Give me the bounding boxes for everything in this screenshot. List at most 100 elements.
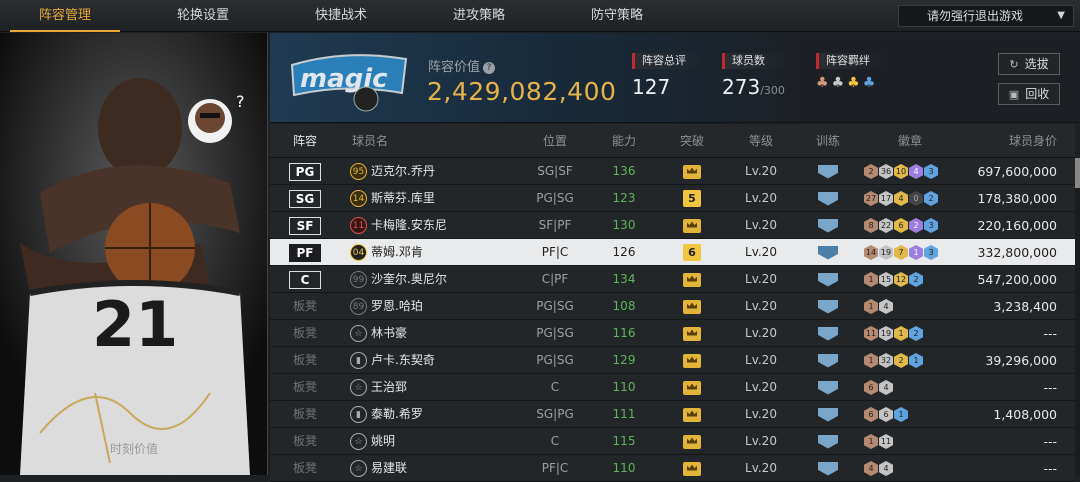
training-cell[interactable]: [798, 320, 858, 347]
table-scroll-thumb[interactable]: [1075, 158, 1080, 188]
player-name[interactable]: 罗恩.哈珀: [371, 299, 423, 313]
table-row[interactable]: C 99 沙奎尔.奥尼尔 C|PF 134 Lv.20 1 15 12 2 547,20…: [270, 266, 1075, 293]
breakthrough-cell[interactable]: [653, 401, 731, 428]
recycle-button[interactable]: ▣ 回收: [998, 83, 1060, 105]
player-card[interactable]: ? 21 时刻价值 90,400,000: [0, 33, 268, 475]
badge-list[interactable]: 44: [864, 455, 894, 482]
player-name[interactable]: 泰勒.希罗: [371, 407, 423, 421]
crown-icon: [683, 164, 701, 179]
badge-list[interactable]: 8 22 6 2 3: [864, 212, 939, 239]
tab-quick-tactics[interactable]: 快捷战术: [286, 0, 396, 32]
col-position[interactable]: 位置: [515, 124, 595, 158]
player-name[interactable]: 迈克尔.乔丹: [371, 164, 435, 178]
player-name[interactable]: 姚明: [371, 434, 395, 448]
player-position: C|PF: [541, 272, 569, 286]
training-cell[interactable]: [798, 428, 858, 455]
badge-list[interactable]: 1 32 2 1: [864, 347, 924, 374]
tab-offense[interactable]: 进攻策略: [424, 0, 534, 32]
breakthrough-cell[interactable]: [653, 266, 731, 293]
player-name[interactable]: 斯蒂芬.库里: [371, 191, 435, 205]
table-row[interactable]: SG 14 斯蒂芬.库里 PG|SG 123 5 Lv.20 27 17 4 0 2 17…: [270, 185, 1075, 212]
training-cell[interactable]: [798, 455, 858, 482]
players-value: 273: [722, 75, 761, 99]
training-cell[interactable]: [798, 293, 858, 320]
training-cell[interactable]: [798, 158, 858, 185]
badge-count: 12: [894, 272, 908, 287]
training-cell[interactable]: [798, 212, 858, 239]
breakthrough-cell[interactable]: [653, 320, 731, 347]
fetter-icon-2[interactable]: ♣: [832, 75, 845, 91]
bench-slot: 板凳: [292, 407, 317, 421]
badge-list[interactable]: 661: [864, 401, 909, 428]
badge-list[interactable]: 64: [864, 374, 894, 401]
player-name[interactable]: 卡梅隆.安东尼: [371, 218, 447, 232]
table-row[interactable]: PF 04 蒂姆.邓肯 PF|C 126 6 Lv.20 14 19 7 1 3 332,…: [270, 239, 1075, 266]
player-name[interactable]: 卢卡.东契奇: [371, 353, 435, 367]
player-name[interactable]: 王治郅: [371, 380, 407, 394]
badge-count: 2: [909, 326, 923, 341]
badge-count: 6: [864, 380, 878, 395]
exit-warning-dropdown[interactable]: 请勿强行退出游戏 ▼: [898, 5, 1074, 27]
select-button[interactable]: ↻ 选拔: [998, 53, 1060, 75]
table-row[interactable]: 板凳 ▮ 泰勒.希罗 SG|PG 111 Lv.20 661 1,408,000: [270, 401, 1075, 428]
col-badges[interactable]: 徽章: [865, 124, 955, 158]
badge-count: 14: [864, 245, 878, 260]
table-row[interactable]: 板凳 ▮ 卢卡.东契奇 PG|SG 129 Lv.20 1 32 2 1 39,296,…: [270, 347, 1075, 374]
badge-list[interactable]: 1 15 12 2: [864, 266, 924, 293]
breakthrough-cell[interactable]: 6: [653, 239, 731, 266]
tab-rotation[interactable]: 轮换设置: [148, 0, 258, 32]
col-breakthrough[interactable]: 突破: [653, 124, 731, 158]
player-level: Lv.20: [745, 191, 777, 205]
player-name[interactable]: 蒂姆.邓肯: [371, 245, 423, 259]
help-icon[interactable]: ?: [483, 62, 496, 74]
jersey-badge: 04: [350, 244, 367, 261]
training-cell[interactable]: [798, 239, 858, 266]
breakthrough-cell[interactable]: [653, 293, 731, 320]
breakthrough-cell[interactable]: [653, 374, 731, 401]
tab-defense[interactable]: 防守策略: [562, 0, 672, 32]
table-row[interactable]: 板凳 ☆ 王治郅 C 110 Lv.20 64 ---: [270, 374, 1075, 401]
badge-list[interactable]: 14 19 7 1 3: [864, 239, 939, 266]
breakthrough-cell[interactable]: 5: [653, 185, 731, 212]
player-price: ---: [1043, 461, 1057, 476]
fetter-icon-1[interactable]: ♣: [816, 75, 829, 91]
training-cell[interactable]: [798, 374, 858, 401]
jersey-badge: 89: [350, 298, 367, 315]
table-scrollbar[interactable]: [1075, 158, 1080, 475]
col-name[interactable]: 球员名: [340, 124, 500, 158]
table-row[interactable]: 板凳 ☆ 易建联 PF|C 110 Lv.20 44 ---: [270, 455, 1075, 482]
table-row[interactable]: 板凳 ☆ 姚明 C 115 Lv.20 1 11 ---: [270, 428, 1075, 455]
table-row[interactable]: SF 11 卡梅隆.安东尼 SF|PF 130 Lv.20 8 22 6 2 3 220,…: [270, 212, 1075, 239]
player-name[interactable]: 林书豪: [371, 326, 407, 340]
col-level[interactable]: 等级: [721, 124, 801, 158]
breakthrough-cell[interactable]: [653, 347, 731, 374]
player-name[interactable]: 易建联: [371, 461, 407, 475]
training-cell[interactable]: [798, 347, 858, 374]
training-cell[interactable]: [798, 266, 858, 293]
player-price: 332,800,000: [977, 245, 1057, 260]
player-rating: 130: [612, 218, 636, 232]
table-row[interactable]: PG 95 迈克尔.乔丹 SG|SF 136 Lv.20 2 36 10 4 3 697,…: [270, 158, 1075, 185]
breakthrough-cell[interactable]: [653, 455, 731, 482]
table-row[interactable]: 板凳 89 罗恩.哈珀 PG|SG 108 Lv.20 14 3,238,400: [270, 293, 1075, 320]
badge-list[interactable]: 14: [864, 293, 894, 320]
col-lineup[interactable]: 阵容: [270, 124, 340, 158]
col-training[interactable]: 训练: [798, 124, 858, 158]
training-cell[interactable]: [798, 185, 858, 212]
breakthrough-cell[interactable]: [653, 158, 731, 185]
badge-list[interactable]: 27 17 4 0 2: [864, 185, 939, 212]
badge-list[interactable]: 2 36 10 4 3: [864, 158, 939, 185]
breakthrough-cell[interactable]: [653, 212, 731, 239]
fetter-icon-4[interactable]: ♣: [863, 75, 876, 91]
tab-lineup[interactable]: 阵容管理: [10, 0, 120, 32]
col-rating[interactable]: 能力: [595, 124, 653, 158]
player-name[interactable]: 沙奎尔.奥尼尔: [371, 272, 447, 286]
badge-list[interactable]: 1 11: [864, 428, 894, 455]
fetter-icon-3[interactable]: ♣: [847, 75, 860, 91]
badge-list[interactable]: 11 19 1 2: [864, 320, 924, 347]
training-cell[interactable]: [798, 401, 858, 428]
badge-count: 6: [879, 407, 893, 422]
breakthrough-cell[interactable]: [653, 428, 731, 455]
col-price[interactable]: 球员身价: [970, 124, 1075, 158]
table-row[interactable]: 板凳 ☆ 林书豪 PG|SG 116 Lv.20 11 19 1 2 ---: [270, 320, 1075, 347]
